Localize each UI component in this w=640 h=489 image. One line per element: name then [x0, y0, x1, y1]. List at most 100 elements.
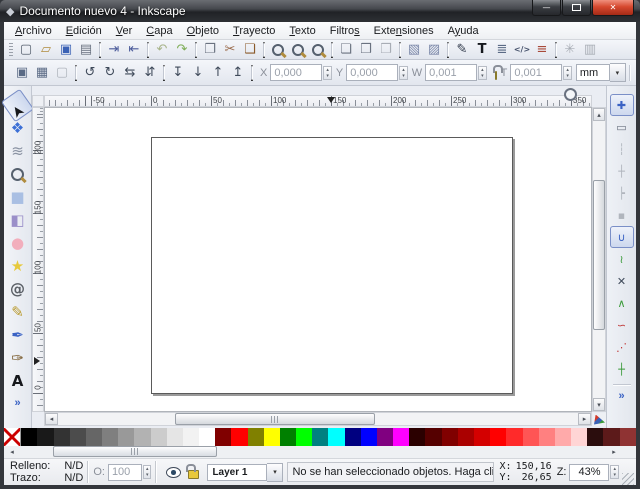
snap-path-intersections-button[interactable]: ✕ [610, 270, 634, 292]
print-document-button[interactable]: ▤ [76, 41, 96, 59]
toolbar-grip[interactable] [9, 43, 13, 57]
lock-ratio-icon[interactable] [495, 71, 497, 80]
palette-swatch[interactable] [134, 428, 150, 446]
rotate-cw-button[interactable]: ↻ [100, 64, 120, 82]
canvas[interactable] [44, 107, 592, 412]
palette-swatch[interactable] [231, 428, 247, 446]
palette-swatch[interactable] [21, 428, 37, 446]
menu-objeto[interactable]: Objeto [180, 23, 226, 39]
y-spinner[interactable]: ▴▾ [399, 66, 408, 80]
palette-swatch[interactable] [264, 428, 280, 446]
vertical-ruler[interactable]: 200150100500 [32, 107, 44, 412]
pen-tool[interactable]: ✒ [5, 324, 30, 347]
palette-swatch[interactable] [603, 428, 619, 446]
minimize-button[interactable]: — [532, 0, 561, 16]
palette-swatch[interactable] [345, 428, 361, 446]
close-button[interactable]: ✕ [592, 0, 634, 16]
palette-swatch[interactable] [377, 428, 393, 446]
palette-swatch[interactable] [571, 428, 587, 446]
menu-capa[interactable]: Capa [139, 23, 179, 39]
scroll-down-icon[interactable]: ▾ [593, 398, 605, 411]
menu-trayecto[interactable]: Trayecto [226, 23, 282, 39]
calligraphy-tool[interactable]: ✑ [5, 347, 30, 370]
x-spinner[interactable]: ▴▾ [323, 66, 332, 80]
palette-swatch[interactable] [425, 428, 441, 446]
raise-button[interactable]: ↑ [208, 64, 228, 82]
snap-bbox-centers-button[interactable]: ▪ [610, 204, 634, 226]
palette-swatch[interactable] [458, 428, 474, 446]
titlebar[interactable]: ◆ Documento nuevo 4 - Inkscape — ✕ [0, 0, 640, 22]
flip-horizontal-button[interactable]: ⇆ [120, 64, 140, 82]
redo-button[interactable]: ↷ [172, 41, 192, 59]
palette-swatch[interactable] [442, 428, 458, 446]
scroll-left-icon[interactable]: ◂ [45, 413, 58, 425]
palette-swatch[interactable] [183, 428, 199, 446]
scroll-right-icon[interactable]: ▸ [578, 413, 591, 425]
box3d-tool[interactable]: ◧ [5, 209, 30, 232]
palette-scrollbar[interactable]: ◂ ▸ [4, 446, 636, 459]
ungroup-button[interactable]: ▨ [424, 41, 444, 59]
pencil-tool[interactable]: ✎ [5, 301, 30, 324]
unit-selector[interactable]: mm ▾ [576, 63, 626, 82]
palette-swatch[interactable] [118, 428, 134, 446]
export-button[interactable]: ⇤ [124, 41, 144, 59]
horizontal-scrollbar-thumb[interactable] [175, 413, 375, 425]
palette-swatch[interactable] [167, 428, 183, 446]
layers-dialog-button[interactable]: ≣ [492, 41, 512, 59]
palette-swatch[interactable] [54, 428, 70, 446]
create-clone-button[interactable]: ❒ [356, 41, 376, 59]
lower-to-bottom-button[interactable]: ↧ [168, 64, 188, 82]
select-all-button[interactable]: ▣ [12, 64, 32, 82]
snap-bbox-edge-midpoints-button[interactable]: ┝ [610, 182, 634, 204]
palette-swatch[interactable] [296, 428, 312, 446]
toolbox-overflow-icon[interactable]: » [14, 397, 20, 409]
palette-swatch[interactable] [312, 428, 328, 446]
zoom-page-button[interactable] [308, 41, 328, 59]
menu-texto[interactable]: Texto [282, 23, 322, 39]
zoom-tool[interactable] [5, 163, 30, 186]
palette-swatch[interactable] [4, 428, 21, 446]
undo-button[interactable]: ↶ [152, 41, 172, 59]
palette-swatch[interactable] [539, 428, 555, 446]
snap-nodes-button[interactable]: ∪ [610, 226, 634, 248]
select-all-layers-button[interactable]: ▦ [32, 64, 52, 82]
height-spinner[interactable]: ▴▾ [563, 66, 572, 80]
width-spinner[interactable]: ▴▾ [478, 66, 487, 80]
palette-swatch[interactable] [587, 428, 603, 446]
snap-midpoints-button[interactable]: ⋰ [610, 336, 634, 358]
palette-swatch[interactable] [248, 428, 264, 446]
document-properties-button[interactable]: ▥ [580, 41, 600, 59]
palette-swatch[interactable] [361, 428, 377, 446]
unlink-clone-button[interactable]: ❒ [376, 41, 396, 59]
spiral-tool[interactable]: @ [5, 278, 30, 301]
width-input[interactable]: 0,001 [425, 64, 477, 81]
palette-swatch[interactable] [490, 428, 506, 446]
menu-edicion[interactable]: Edición [59, 23, 109, 39]
rotate-ccw-button[interactable]: ↺ [80, 64, 100, 82]
palette-scroll-left-icon[interactable]: ◂ [6, 446, 18, 457]
zoom-spinner[interactable]: ▴▾ [610, 465, 619, 479]
palette-swatch[interactable] [474, 428, 490, 446]
y-input[interactable]: 0,000 [346, 64, 398, 81]
open-document-button[interactable]: ▱ [36, 41, 56, 59]
horizontal-ruler[interactable]: -50050100150200250300350 [44, 95, 592, 107]
save-document-button[interactable]: ▣ [56, 41, 76, 59]
menu-ver[interactable]: Ver [109, 23, 140, 39]
rectangle-tool[interactable]: ■ [5, 186, 30, 209]
snapbar-overflow-icon[interactable]: » [618, 390, 624, 402]
maximize-button[interactable] [562, 0, 591, 16]
text-tool[interactable]: A [5, 370, 30, 393]
palette-swatch[interactable] [620, 428, 636, 446]
opacity-spinner[interactable]: ▴▾ [143, 465, 152, 479]
tweak-tool[interactable]: ≋ [5, 140, 30, 163]
lower-button[interactable]: ↓ [188, 64, 208, 82]
layer-visibility-icon[interactable] [166, 467, 181, 478]
palette-swatch[interactable] [280, 428, 296, 446]
palette-swatch[interactable] [86, 428, 102, 446]
palette-swatch[interactable] [328, 428, 344, 446]
duplicate-button[interactable]: ❏ [336, 41, 356, 59]
snap-object-centers-button[interactable]: ┼ [610, 358, 634, 380]
zoom-input[interactable]: 43% [569, 464, 609, 481]
scroll-up-icon[interactable]: ▴ [593, 108, 605, 121]
enable-snapping-button[interactable]: ✚ [610, 94, 634, 116]
